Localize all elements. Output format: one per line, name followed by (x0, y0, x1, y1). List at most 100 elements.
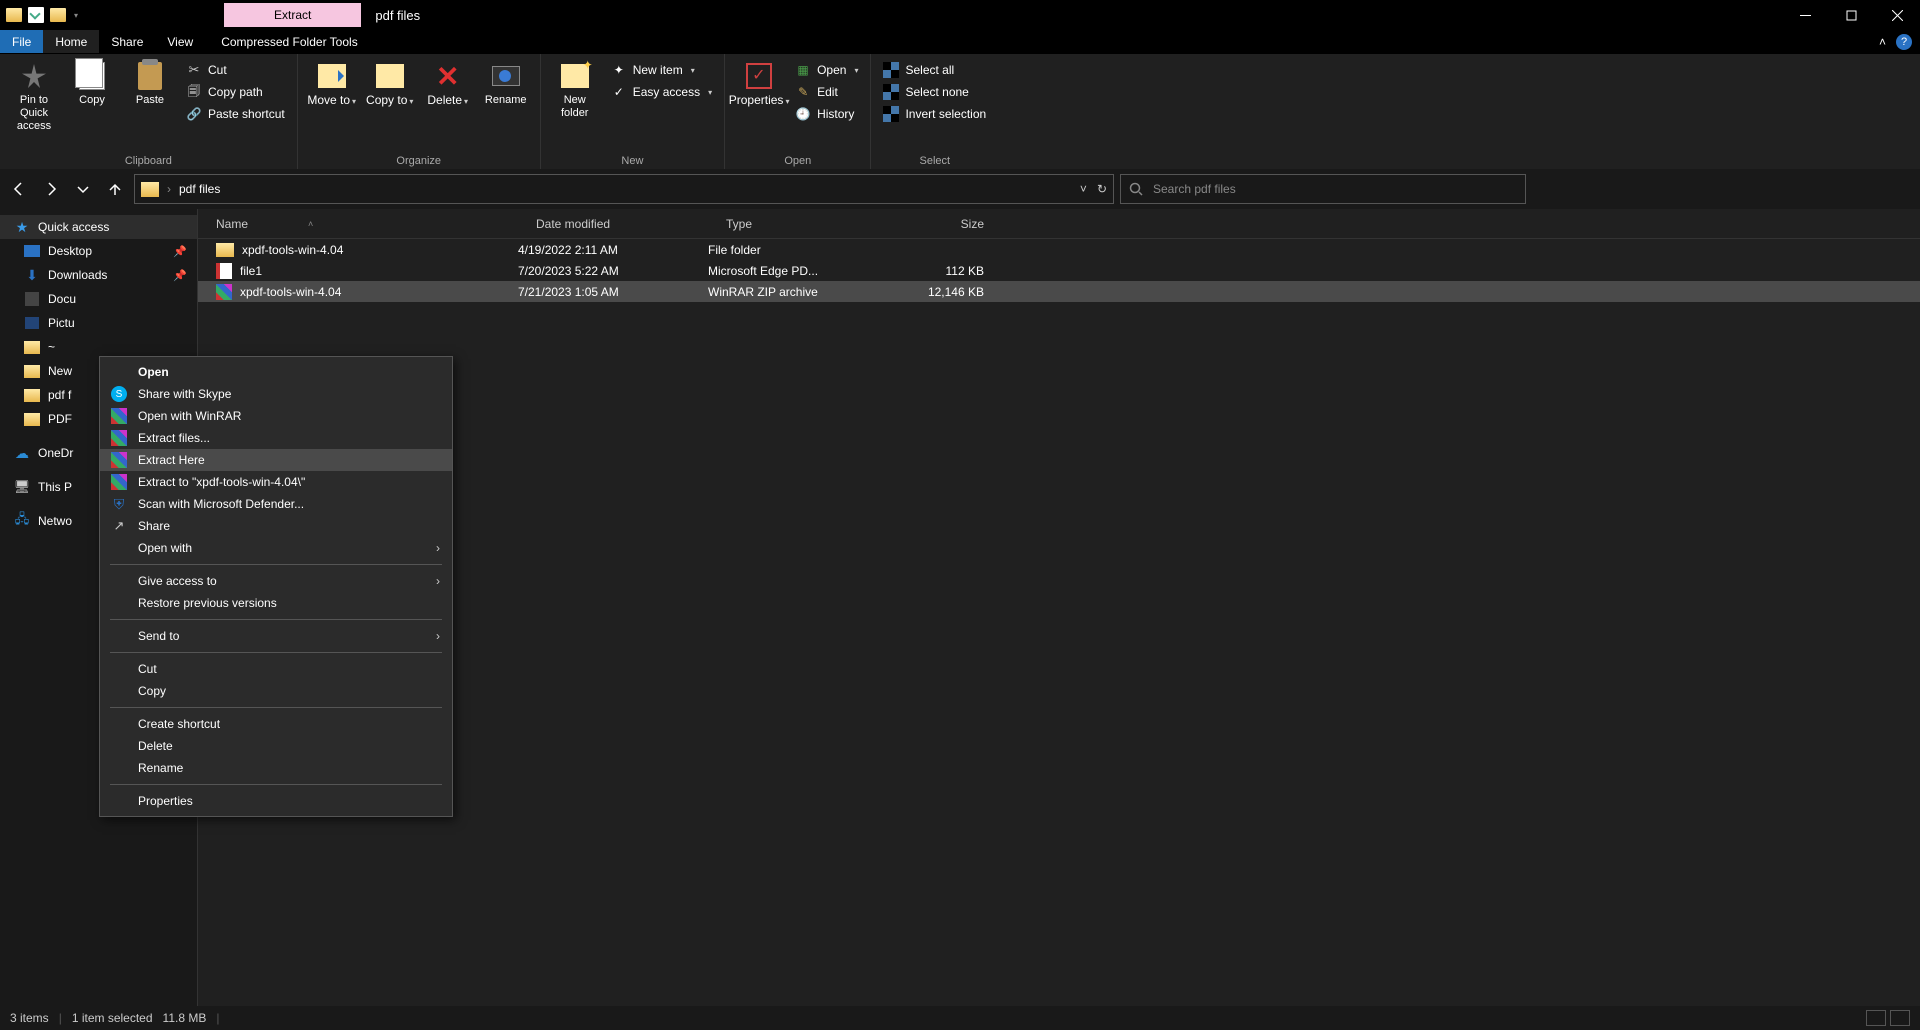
close-button[interactable] (1874, 0, 1920, 30)
open-button[interactable]: ▦Open▾ (791, 60, 862, 80)
pin-to-quick-access-button[interactable]: Pin to Quick access (8, 58, 60, 133)
rename-button[interactable]: Rename (480, 58, 532, 107)
delete-button[interactable]: ✕ Delete▾ (422, 58, 474, 108)
invert-selection-button[interactable]: Invert selection (879, 104, 990, 124)
history-button[interactable]: 🕘History (791, 104, 862, 124)
qat-dropdown-icon[interactable]: ▾ (74, 11, 78, 20)
sidebar-item-pictures[interactable]: Pictu (0, 311, 197, 335)
winrar-icon (111, 408, 127, 424)
column-type[interactable]: Type (708, 217, 878, 231)
file-type: Microsoft Edge PD... (708, 264, 878, 278)
ctx-send-to[interactable]: Send to› (100, 625, 452, 647)
paste-button[interactable]: Paste (124, 58, 176, 107)
new-item-button[interactable]: ✦New item▾ (607, 60, 716, 80)
copy-path-icon: 🗐 (186, 84, 202, 100)
ctx-cut[interactable]: Cut (100, 658, 452, 680)
submenu-arrow-icon: › (436, 629, 440, 643)
details-view-button[interactable] (1866, 1010, 1886, 1026)
address-bar[interactable]: › pdf files ˅ ↻ (134, 174, 1114, 204)
refresh-button[interactable]: ↻ (1097, 182, 1107, 196)
table-row[interactable]: file1 7/20/2023 5:22 AM Microsoft Edge P… (198, 260, 1920, 281)
ctx-share[interactable]: ↗Share (100, 515, 452, 537)
column-name[interactable]: Name˄ (198, 217, 518, 231)
easy-access-icon: ✓ (611, 84, 627, 100)
help-icon[interactable]: ? (1896, 34, 1912, 50)
search-input[interactable] (1153, 182, 1517, 196)
shield-icon: ⛨ (110, 495, 128, 513)
star-icon: ★ (14, 219, 30, 235)
copy-to-button[interactable]: Copy to▾ (364, 58, 416, 108)
file-size: 112 KB (878, 264, 998, 278)
thumbnails-view-button[interactable] (1890, 1010, 1910, 1026)
select-none-button[interactable]: Select none (879, 82, 990, 102)
properties-icon (746, 63, 772, 89)
submenu-arrow-icon: › (436, 574, 440, 588)
rename-icon (492, 66, 520, 86)
ribbon: Pin to Quick access Copy Paste ✂Cut 🗐Cop… (0, 54, 1920, 169)
ctx-share-skype[interactable]: SShare with Skype (100, 383, 452, 405)
properties-button[interactable]: Properties▾ (733, 58, 785, 108)
ctx-properties[interactable]: Properties (100, 790, 452, 812)
back-button[interactable] (6, 176, 32, 202)
tab-file[interactable]: File (0, 30, 43, 53)
pin-icon: 📌 (173, 269, 187, 282)
easy-access-button[interactable]: ✓Easy access▾ (607, 82, 716, 102)
breadcrumb[interactable]: pdf files (179, 182, 220, 196)
skype-icon: S (111, 386, 127, 402)
sidebar-item-documents[interactable]: Docu (0, 287, 197, 311)
group-label-select: Select (879, 153, 990, 167)
ctx-defender-scan[interactable]: ⛨Scan with Microsoft Defender... (100, 493, 452, 515)
qat-folder-icon[interactable] (50, 8, 66, 22)
edit-button[interactable]: ✎Edit (791, 82, 862, 102)
ctx-separator (110, 784, 442, 785)
tab-compressed-folder-tools[interactable]: Compressed Folder Tools (209, 30, 370, 53)
recent-locations-button[interactable] (70, 176, 96, 202)
contextual-tab-header: Extract pdf files (224, 0, 434, 30)
column-date[interactable]: Date modified (518, 217, 708, 231)
maximize-button[interactable] (1828, 0, 1874, 30)
ctx-open-winrar[interactable]: Open with WinRAR (100, 405, 452, 427)
window-title: pdf files (361, 8, 434, 23)
select-all-button[interactable]: Select all (879, 60, 990, 80)
ctx-delete[interactable]: Delete (100, 735, 452, 757)
paste-shortcut-button[interactable]: 🔗Paste shortcut (182, 104, 289, 124)
copy-button[interactable]: Copy (66, 58, 118, 107)
app-folder-icon (6, 8, 22, 22)
tab-view[interactable]: View (155, 30, 205, 53)
qat-save-icon[interactable] (28, 7, 44, 23)
ctx-restore-versions[interactable]: Restore previous versions (100, 592, 452, 614)
forward-button[interactable] (38, 176, 64, 202)
minimize-button[interactable] (1782, 0, 1828, 30)
new-folder-button[interactable]: New folder (549, 58, 601, 120)
tab-home[interactable]: Home (43, 30, 99, 53)
search-box[interactable] (1120, 174, 1526, 204)
ctx-rename[interactable]: Rename (100, 757, 452, 779)
ctx-open[interactable]: Open (100, 361, 452, 383)
contextual-tab-pink[interactable]: Extract (224, 3, 361, 27)
tab-share[interactable]: Share (99, 30, 155, 53)
table-row[interactable]: xpdf-tools-win-4.04 7/21/2023 1:05 AM Wi… (198, 281, 1920, 302)
copy-path-button[interactable]: 🗐Copy path (182, 82, 289, 102)
address-dropdown-icon[interactable]: ˅ (1080, 182, 1087, 196)
ctx-open-with[interactable]: Open with› (100, 537, 452, 559)
ctx-create-shortcut[interactable]: Create shortcut (100, 713, 452, 735)
ctx-extract-to[interactable]: Extract to "xpdf-tools-win-4.04\" (100, 471, 452, 493)
cut-button[interactable]: ✂Cut (182, 60, 289, 80)
up-button[interactable] (102, 176, 128, 202)
move-to-button[interactable]: Move to▾ (306, 58, 358, 108)
sidebar-item-desktop[interactable]: Desktop📌 (0, 239, 197, 263)
ctx-separator (110, 652, 442, 653)
sidebar-item-downloads[interactable]: ⬇Downloads📌 (0, 263, 197, 287)
file-date: 7/20/2023 5:22 AM (518, 264, 708, 278)
table-row[interactable]: xpdf-tools-win-4.04 4/19/2022 2:11 AM Fi… (198, 239, 1920, 260)
sidebar-item-quick-access[interactable]: ★Quick access (0, 215, 197, 239)
ribbon-collapse-icon[interactable]: ˄ (1879, 35, 1886, 49)
ctx-copy[interactable]: Copy (100, 680, 452, 702)
ribbon-group-open: Properties▾ ▦Open▾ ✎Edit 🕘History Open (725, 54, 871, 169)
ctx-extract-files[interactable]: Extract files... (100, 427, 452, 449)
ctx-give-access[interactable]: Give access to› (100, 570, 452, 592)
status-bar: 3 items | 1 item selected 11.8 MB | (0, 1006, 1920, 1030)
ctx-extract-here[interactable]: Extract Here (100, 449, 452, 471)
navigation-bar: › pdf files ˅ ↻ (0, 169, 1920, 209)
column-size[interactable]: Size (878, 217, 998, 231)
